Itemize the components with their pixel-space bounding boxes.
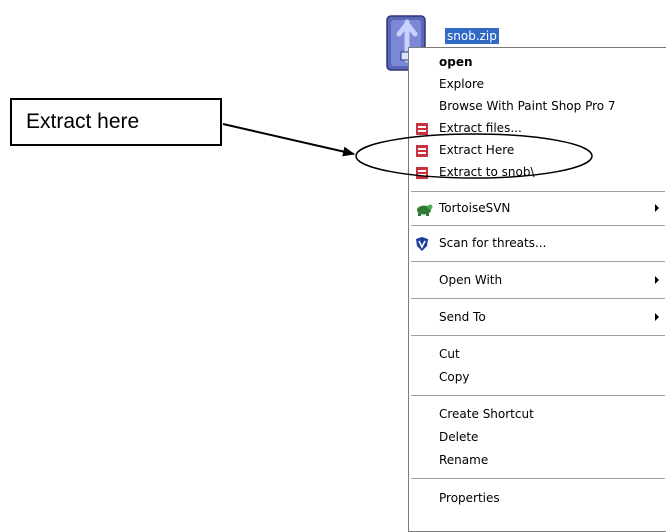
submenu-arrow-icon: [655, 313, 659, 321]
archive-icon: [415, 165, 431, 179]
menu-item-tortoisesvn[interactable]: TortoiseSVN: [409, 197, 667, 219]
menu-item-extract-to[interactable]: Extract to snob\: [409, 161, 667, 183]
menu-item-label: open: [439, 55, 473, 69]
menu-item-cut[interactable]: Cut: [409, 343, 667, 365]
menu-item-label: Extract Here: [439, 143, 515, 157]
menu-item-label: Create Shortcut: [439, 407, 534, 421]
menu-item-label: Open With: [439, 273, 503, 287]
file-name-label[interactable]: snob.zip: [445, 28, 499, 44]
menu-item-label: Rename: [439, 453, 489, 467]
menu-item-create-shortcut[interactable]: Create Shortcut: [409, 403, 667, 425]
submenu-arrow-icon: [655, 276, 659, 284]
menu-separator: [411, 298, 665, 299]
menu-separator: [411, 261, 665, 262]
menu-separator: [411, 478, 665, 479]
annotation-arrow: [222, 123, 355, 157]
menu-item-delete[interactable]: Delete: [409, 426, 667, 448]
menu-separator: [411, 191, 665, 192]
menu-item-label: Explore: [439, 77, 485, 91]
menu-item-copy[interactable]: Copy: [409, 366, 667, 388]
menu-item-label: Browse With Paint Shop Pro 7: [439, 99, 616, 113]
menu-item-label: TortoiseSVN: [439, 201, 511, 215]
tortoisesvn-icon: [415, 201, 433, 216]
menu-item-label: Copy: [439, 370, 470, 384]
menu-item-label: Send To: [439, 310, 486, 324]
menu-item-label: Extract files...: [439, 121, 522, 135]
archive-icon: [415, 143, 431, 157]
context-menu: open Explore Browse With Paint Shop Pro …: [408, 47, 666, 532]
menu-item-send-to[interactable]: Send To: [409, 306, 667, 328]
menu-item-rename[interactable]: Rename: [409, 449, 667, 471]
menu-item-extract-here[interactable]: Extract Here: [409, 139, 667, 161]
menu-item-label: Scan for threats...: [439, 236, 547, 250]
shield-icon: [415, 236, 431, 251]
menu-item-open[interactable]: open: [409, 51, 667, 73]
menu-item-scan-threats[interactable]: Scan for threats...: [409, 232, 667, 254]
menu-item-explore[interactable]: Explore: [409, 73, 667, 95]
menu-item-open-with[interactable]: Open With: [409, 269, 667, 291]
submenu-arrow-icon: [655, 204, 659, 212]
menu-item-label: Cut: [439, 347, 460, 361]
menu-separator: [411, 225, 665, 226]
menu-separator: [411, 335, 665, 336]
menu-item-label: Properties: [439, 491, 500, 505]
menu-item-browse-paint-shop[interactable]: Browse With Paint Shop Pro 7: [409, 95, 667, 117]
menu-item-extract-files[interactable]: Extract files...: [409, 117, 667, 139]
menu-separator: [411, 395, 665, 396]
archive-icon: [415, 121, 431, 135]
menu-item-properties[interactable]: Properties: [409, 487, 667, 509]
menu-item-label: Delete: [439, 430, 479, 444]
menu-item-label: Extract to snob\: [439, 165, 535, 179]
annotation-callout: Extract here: [10, 98, 222, 146]
